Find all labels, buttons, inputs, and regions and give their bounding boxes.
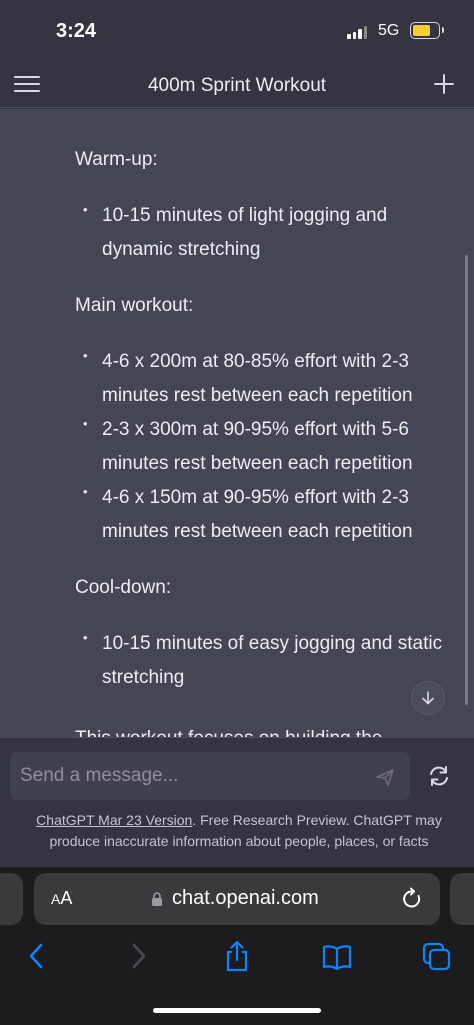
list-item: 2-3 x 300m at 90-95% effort with 5-6 min… — [75, 407, 455, 481]
message-input[interactable] — [20, 762, 360, 790]
message-box[interactable] — [10, 752, 410, 800]
chat-header: 400m Sprint Workout — [0, 62, 474, 108]
lock-icon — [152, 892, 162, 906]
battery-icon — [410, 22, 444, 39]
scrollbar[interactable] — [465, 255, 468, 705]
clock: 3:24 — [56, 20, 97, 42]
main-workout-list: 4-6 x 200m at 80-85% effort with 2-3 min… — [75, 339, 455, 549]
bookmarks-icon[interactable] — [321, 939, 353, 973]
address-bar[interactable]: AA chat.openai.com — [34, 873, 440, 925]
previous-tab-preview[interactable] — [0, 873, 23, 925]
cooldown-list: 10-15 minutes of easy jogging and static… — [75, 621, 455, 695]
regenerate-icon[interactable] — [426, 763, 452, 789]
list-item: 4-6 x 150m at 90-95% effort with 2-3 min… — [75, 475, 455, 549]
arrow-down-icon — [422, 691, 434, 705]
conversation-title: 400m Sprint Workout — [147, 75, 327, 96]
new-chat-icon[interactable] — [432, 72, 456, 96]
warmup-heading: Warm-up: — [75, 149, 158, 170]
scroll-to-bottom-button[interactable] — [411, 681, 445, 715]
browser-toolbar: AA chat.openai.com — [0, 867, 474, 1025]
main-workout-heading: Main workout: — [75, 295, 194, 316]
warmup-list: 10-15 minutes of light jogging and dynam… — [75, 193, 455, 267]
next-tab-preview[interactable] — [450, 873, 474, 925]
assistant-message: Warm-up: 10-15 minutes of light jogging … — [0, 109, 474, 737]
list-item: 10-15 minutes of light jogging and dynam… — [75, 193, 455, 267]
status-bar: 3:24 5G — [0, 0, 474, 62]
home-indicator — [153, 1008, 321, 1013]
network-type: 5G — [378, 22, 400, 39]
list-item: 4-6 x 200m at 80-85% effort with 2-3 min… — [75, 339, 455, 413]
reload-icon[interactable] — [400, 887, 424, 911]
text-size-button[interactable]: AA — [51, 888, 72, 909]
browser-nav — [0, 939, 474, 979]
forward-icon[interactable] — [122, 939, 154, 973]
truncated-text: This workout focuses on building the — [75, 728, 382, 737]
signal-icon — [347, 26, 367, 39]
message-content: Warm-up: 10-15 minutes of light jogging … — [75, 143, 455, 717]
list-item: 10-15 minutes of easy jogging and static… — [75, 621, 455, 695]
url-text[interactable]: chat.openai.com — [172, 887, 319, 910]
send-icon[interactable] — [374, 766, 396, 788]
share-icon[interactable] — [221, 939, 253, 973]
back-icon[interactable] — [21, 939, 53, 973]
version-link[interactable]: ChatGPT Mar 23 Version — [36, 812, 192, 828]
disclaimer: ChatGPT Mar 23 Version. Free Research Pr… — [14, 810, 464, 852]
composer-area: ChatGPT Mar 23 Version. Free Research Pr… — [0, 737, 474, 867]
cooldown-heading: Cool-down: — [75, 577, 172, 598]
tabs-icon[interactable] — [421, 939, 453, 973]
